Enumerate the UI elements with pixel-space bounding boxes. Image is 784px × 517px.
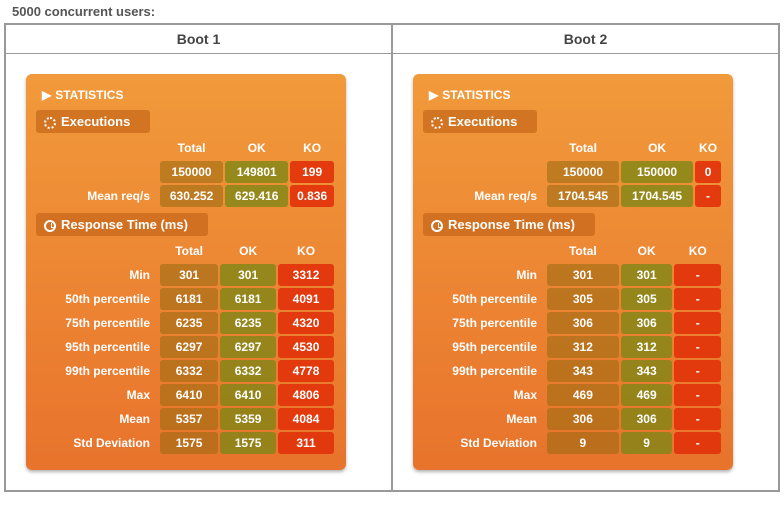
exec-reqs-total: 1704.545 (547, 185, 619, 207)
executions-section: Executions (36, 110, 150, 133)
statistics-header: ▶STATISTICS (423, 84, 723, 106)
page-title: 5000 concurrent users: (4, 4, 780, 19)
col-ko: KO (290, 137, 334, 159)
executions-icon (44, 117, 56, 129)
response-table: TotalOKKO Min3013013312 50th percentile6… (36, 238, 336, 456)
row-p50: 50th percentile (38, 288, 158, 310)
col-ok: OK (225, 137, 288, 159)
row-max: Max (38, 384, 158, 406)
row-min: Min (425, 264, 545, 286)
executions-table: TotalOKKO 1500001500000 Mean req/s1704.5… (423, 135, 723, 209)
col-ko: KO (695, 137, 721, 159)
exec-count-ko: 0 (695, 161, 721, 183)
exec-reqs-ko: 0.836 (290, 185, 334, 207)
row-min: Min (38, 264, 158, 286)
executions-table: TotalOKKO 150000149801199 Mean req/s630.… (36, 135, 336, 209)
col-ok: OK (621, 137, 693, 159)
row-std: Std Deviation (38, 432, 158, 454)
row-mean-reqs: Mean req/s (425, 185, 545, 207)
col-total: Total (547, 137, 619, 159)
executions-section: Executions (423, 110, 537, 133)
exec-reqs-ko: - (695, 185, 721, 207)
triangle-icon: ▶ (429, 88, 438, 102)
stats-card-boot1: ▶STATISTICS Executions TotalOKKO 1500001… (26, 74, 346, 470)
col-ok: OK (220, 240, 276, 262)
column-boot2: Boot 2 ▶STATISTICS Executions TotalOKKO … (392, 24, 779, 491)
response-section: Response Time (ms) (36, 213, 208, 236)
clock-icon (44, 220, 56, 232)
column-boot1: Boot 1 ▶STATISTICS Executions TotalOKKO … (5, 24, 392, 491)
exec-count-ok: 149801 (225, 161, 288, 183)
row-p95: 95th percentile (38, 336, 158, 358)
clock-icon (431, 220, 443, 232)
response-table: TotalOKKO Min301301- 50th percentile3053… (423, 238, 723, 456)
exec-reqs-ok: 629.416 (225, 185, 288, 207)
col-total: Total (160, 137, 223, 159)
response-section: Response Time (ms) (423, 213, 595, 236)
executions-icon (431, 117, 443, 129)
exec-reqs-total: 630.252 (160, 185, 223, 207)
triangle-icon: ▶ (42, 88, 51, 102)
col-total: Total (547, 240, 619, 262)
row-std: Std Deviation (425, 432, 545, 454)
row-mean: Mean (425, 408, 545, 430)
exec-count-ok: 150000 (621, 161, 693, 183)
col-ok: OK (621, 240, 673, 262)
col-ko: KO (674, 240, 721, 262)
statistics-header: ▶STATISTICS (36, 84, 336, 106)
row-p99: 99th percentile (425, 360, 545, 382)
column-header-boot2: Boot 2 (393, 25, 778, 54)
row-mean-reqs: Mean req/s (38, 185, 158, 207)
row-p75: 75th percentile (425, 312, 545, 334)
exec-count-ko: 199 (290, 161, 334, 183)
column-header-boot1: Boot 1 (6, 25, 391, 54)
row-p50: 50th percentile (425, 288, 545, 310)
row-mean: Mean (38, 408, 158, 430)
col-total: Total (160, 240, 218, 262)
stats-card-boot2: ▶STATISTICS Executions TotalOKKO 1500001… (413, 74, 733, 470)
comparison-grid: Boot 1 ▶STATISTICS Executions TotalOKKO … (4, 23, 780, 492)
row-p95: 95th percentile (425, 336, 545, 358)
exec-reqs-ok: 1704.545 (621, 185, 693, 207)
exec-count-total: 150000 (547, 161, 619, 183)
row-p99: 99th percentile (38, 360, 158, 382)
row-max: Max (425, 384, 545, 406)
row-p75: 75th percentile (38, 312, 158, 334)
col-ko: KO (278, 240, 334, 262)
exec-count-total: 150000 (160, 161, 223, 183)
